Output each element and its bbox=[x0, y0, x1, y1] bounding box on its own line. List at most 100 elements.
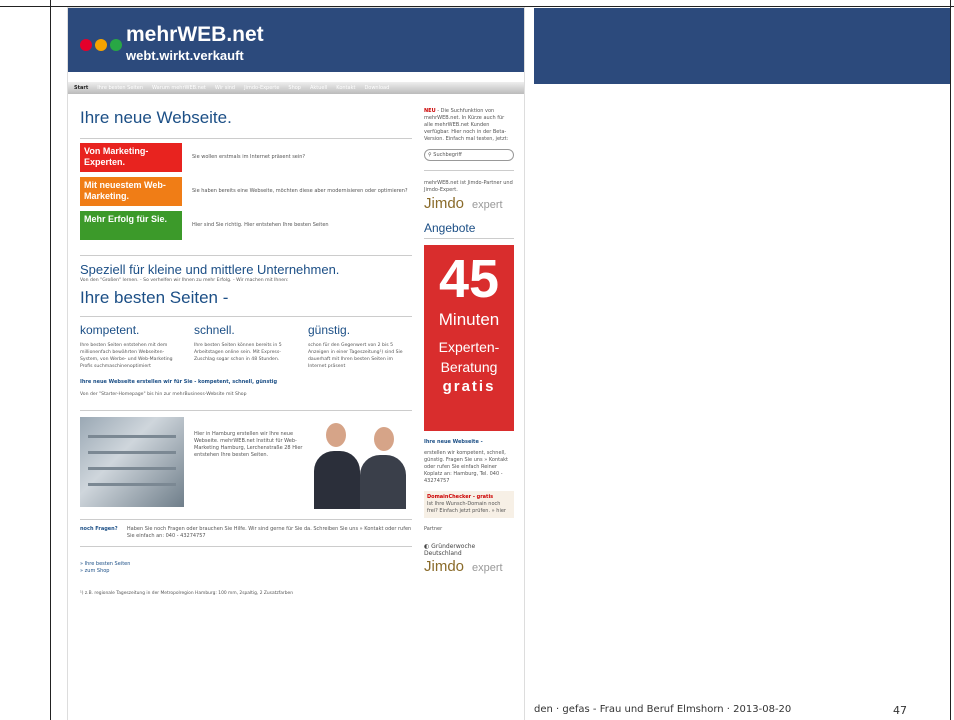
section-title: Ihre besten Seiten - bbox=[80, 288, 412, 317]
site-nav: Start Ihre besten Seiten Warum mehrWEB.n… bbox=[68, 82, 524, 94]
new-site-text: erstellen wir kompetent, schnell, günsti… bbox=[424, 450, 509, 484]
search-icon: ⚲ bbox=[428, 152, 432, 158]
divider bbox=[424, 170, 514, 171]
domain-checker-title[interactable]: DomainChecker - gratis bbox=[427, 494, 511, 501]
main-content: Ihre neue Webseite. Von Marketing-Expert… bbox=[80, 108, 412, 596]
site-header: mehrWEB.net webt.wirkt.verkauft bbox=[68, 8, 524, 72]
feature-text: Ihre besten Seiten entstehen mit dem mil… bbox=[80, 343, 173, 369]
jimdo-expert-text: expert bbox=[472, 562, 503, 574]
feature-column: günstig. schon für den Gegenwert von 2 b… bbox=[308, 323, 410, 370]
jimdo-expert-logo[interactable]: Jimdo expert bbox=[424, 196, 514, 211]
feature-heading: günstig. bbox=[308, 323, 351, 337]
office-text: Hier in Hamburg erstellen wir Ihre neue … bbox=[194, 431, 303, 458]
site-tagline: webt.wirkt.verkauft bbox=[126, 48, 244, 63]
feature-heading: kompetent. bbox=[80, 323, 140, 337]
building-stripe bbox=[88, 451, 176, 454]
new-site-title[interactable]: Ihre neue Webseite - bbox=[424, 439, 514, 446]
offers-heading: Angebote bbox=[424, 222, 514, 239]
website-screenshot: mehrWEB.net webt.wirkt.verkauft Start Ih… bbox=[68, 8, 524, 720]
person-left-head bbox=[326, 423, 346, 447]
nav-item-start[interactable]: Start bbox=[74, 85, 88, 91]
feature-text: Ihre besten Seiten können bereits in 5 A… bbox=[194, 343, 282, 362]
logo-dot-green bbox=[110, 39, 122, 51]
nav-item[interactable]: Ihre besten Seiten bbox=[97, 85, 143, 91]
search-placeholder: Suchbegriff bbox=[433, 152, 462, 158]
feature-heading: schnell. bbox=[194, 323, 235, 337]
link-shop[interactable]: » zum Shop bbox=[80, 568, 412, 575]
domain-checker-text: Ist Ihre Wunsch-Domain noch frei? Einfac… bbox=[427, 501, 506, 514]
ad-gratis: gratis bbox=[442, 378, 496, 395]
person-left bbox=[314, 451, 360, 509]
ad-minutes: Minuten bbox=[438, 310, 500, 329]
ad-line2: Beratung bbox=[440, 359, 498, 375]
ad-number: 45 bbox=[438, 249, 500, 309]
page-title: Ihre neue Webseite. bbox=[80, 108, 412, 139]
search-promo: NEU - Die Suchfunktion von mehrWEB.net. … bbox=[424, 108, 514, 143]
person-right bbox=[360, 455, 406, 509]
logo-dot-red bbox=[80, 39, 92, 51]
page-number: 47 bbox=[893, 704, 907, 717]
consultation-ad[interactable]: 45 Minuten Experten- Beratung gratis bbox=[424, 245, 514, 431]
ad-line1: Experten- bbox=[438, 339, 500, 355]
slide-footer: den · gefas - Frau und Beruf Elmshorn · … bbox=[534, 704, 792, 715]
promo-text: Hier sind Sie richtig. Hier entstehen Ih… bbox=[192, 222, 329, 228]
new-badge: NEU bbox=[424, 108, 436, 114]
nav-item[interactable]: Aktuell bbox=[310, 85, 327, 91]
feature-columns: kompetent. Ihre besten Seiten entstehen … bbox=[80, 323, 412, 370]
site-logo[interactable]: mehrWEB.net bbox=[126, 24, 264, 46]
bottom-links: » Ihre besten Seiten » zum Shop bbox=[80, 561, 412, 575]
promo-text: Sie wollen erstmals im Internet präsent … bbox=[192, 154, 306, 160]
feature-column: schnell. Ihre besten Seiten können berei… bbox=[194, 323, 296, 370]
nav-item[interactable]: Warum mehrWEB.net bbox=[152, 85, 206, 91]
section-subtitle: Speziell für kleine und mittlere Unterne… bbox=[80, 255, 412, 277]
nav-item[interactable]: Kontakt bbox=[336, 85, 355, 91]
promo-box: Mehr Erfolg für Sie. bbox=[80, 211, 182, 240]
photo-row: Hier in Hamburg erstellen wir Ihre neue … bbox=[80, 410, 412, 511]
sidebar: NEU - Die Suchfunktion von mehrWEB.net. … bbox=[424, 108, 514, 574]
link-best-pages[interactable]: » Ihre besten Seiten bbox=[80, 561, 412, 568]
feature-column: kompetent. Ihre besten Seiten entstehen … bbox=[80, 323, 182, 370]
header-band bbox=[534, 8, 950, 84]
promo-row: Mit neuestem Web-Marketing. Sie haben be… bbox=[80, 176, 412, 207]
subtitle-note: Von den "Großen" lernen. - So verhelfen … bbox=[80, 278, 289, 283]
team-photo bbox=[308, 417, 410, 509]
promo-row: Von Marketing-Experten. Sie wollen erstm… bbox=[80, 142, 412, 173]
questions-box: noch Fragen? Haben Sie noch Fragen oder … bbox=[80, 519, 412, 547]
slide-left-border bbox=[0, 0, 51, 720]
search-promo-text: - Die Suchfunktion von mehrWEB.net. In K… bbox=[424, 108, 509, 142]
jimdo-expert-text: expert bbox=[472, 199, 503, 211]
logo-icon bbox=[80, 36, 125, 55]
promo-box: Von Marketing-Experten. bbox=[80, 143, 182, 172]
nav-item[interactable]: Wir sind bbox=[215, 85, 235, 91]
slide-right-border bbox=[950, 0, 951, 720]
questions-label: noch Fragen? bbox=[80, 526, 118, 532]
nav-item[interactable]: Shop bbox=[288, 85, 301, 91]
nav-item[interactable]: Jimdo-Experte bbox=[244, 85, 279, 91]
search-input[interactable]: ⚲ Suchbegriff bbox=[424, 149, 514, 161]
logo-dot-orange bbox=[95, 39, 107, 51]
building-stripe bbox=[88, 435, 176, 438]
feature-text: schon für den Gegenwert von 2 bis 5 Anze… bbox=[308, 343, 403, 369]
questions-text: Haben Sie noch Fragen oder brauchen Sie … bbox=[126, 526, 412, 539]
building-stripe bbox=[88, 483, 176, 486]
gruenderwoche-logo[interactable]: ◐ Gründerwoche Deutschland bbox=[424, 543, 514, 557]
promo-box: Mit neuestem Web-Marketing. bbox=[80, 177, 182, 206]
office-building-image bbox=[80, 417, 184, 507]
domain-checker-box: DomainChecker - gratis Ist Ihre Wunsch-D… bbox=[424, 491, 514, 518]
gruenderwoche-text: Gründerwoche Deutschland bbox=[424, 543, 476, 557]
promo-text: Sie haben bereits eine Webseite, möchten… bbox=[192, 188, 408, 194]
partner-label: Partner bbox=[424, 526, 443, 532]
starter-note: Von der "Starter-Homepage" bis hin zur m… bbox=[80, 392, 247, 397]
nav-item[interactable]: Download bbox=[364, 85, 389, 91]
jimdo-logo-text: Jimdo bbox=[424, 558, 465, 575]
jimdo-expert-logo-bottom[interactable]: Jimdo expert bbox=[424, 559, 514, 574]
jimdo-logo-text: Jimdo bbox=[424, 195, 465, 212]
slide-top-border bbox=[0, 6, 954, 7]
person-right-head bbox=[374, 427, 394, 451]
create-site-link[interactable]: Ihre neue Webseite erstellen wir für Sie… bbox=[80, 379, 412, 385]
gruenderwoche-icon: ◐ bbox=[424, 543, 430, 550]
jimdo-note: mehrWEB.net ist Jimdo-Partner und Jimdo-… bbox=[424, 180, 513, 193]
building-stripe bbox=[88, 467, 176, 470]
promo-row: Mehr Erfolg für Sie. Hier sind Sie richt… bbox=[80, 210, 412, 241]
footnote: ¹) z.B. regionale Tageszeitung in der Me… bbox=[80, 591, 293, 596]
